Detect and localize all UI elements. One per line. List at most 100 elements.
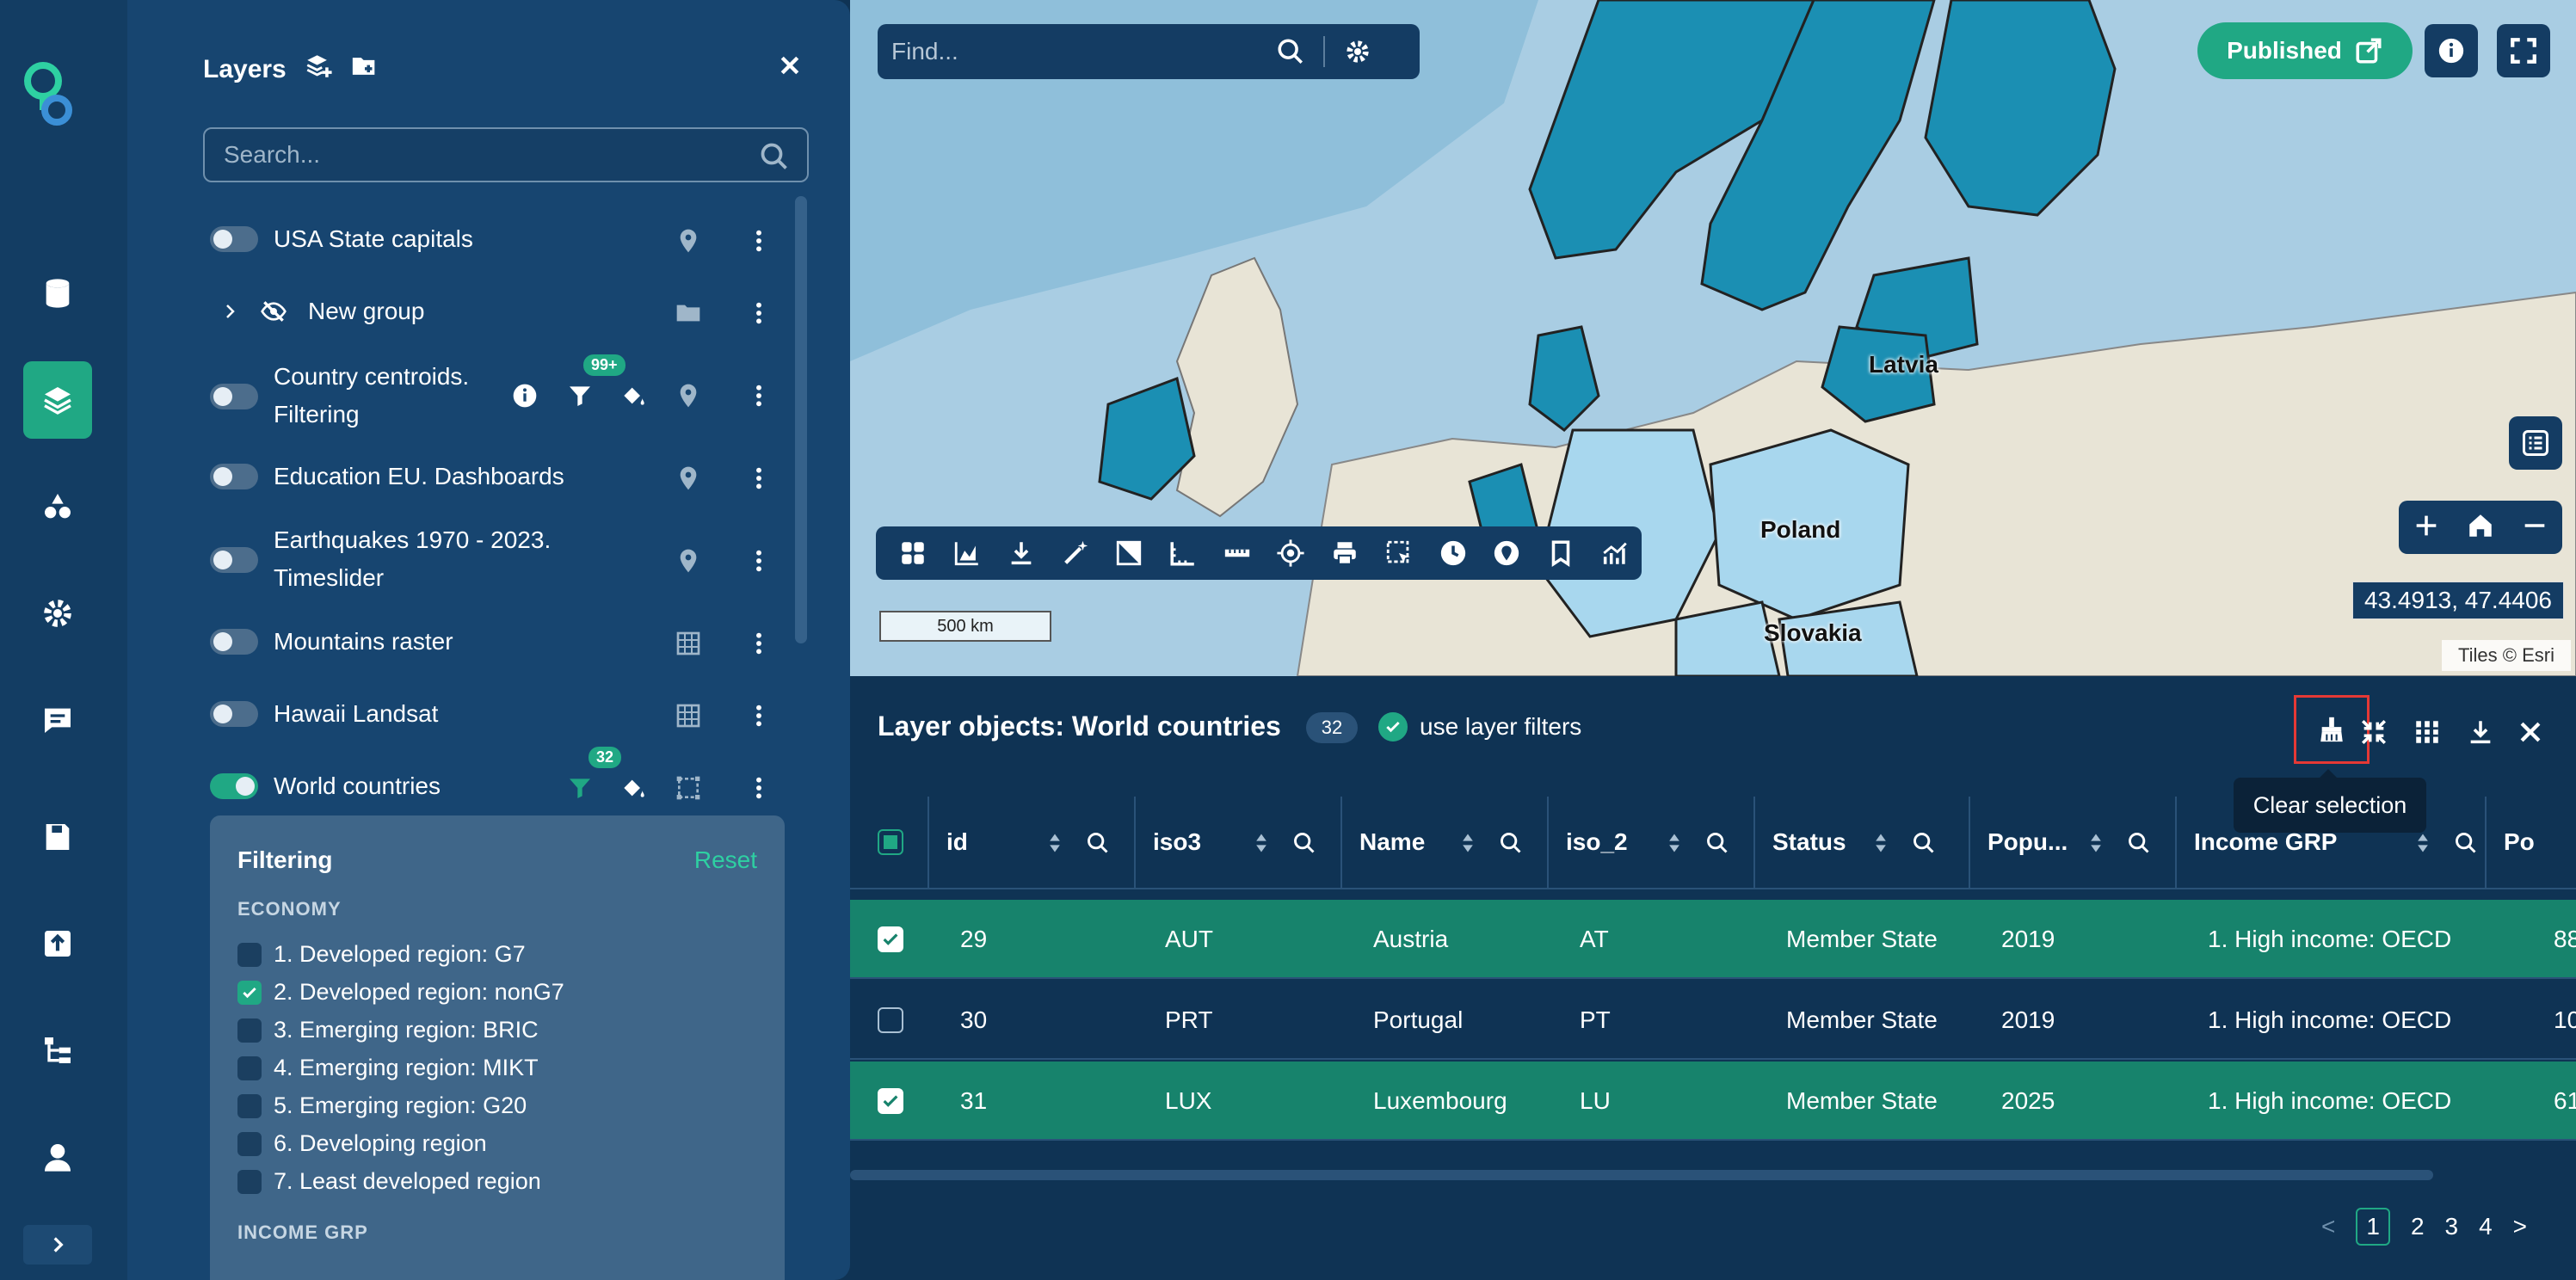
- layer-visibility-toggle[interactable]: [210, 701, 258, 727]
- more-options-icon[interactable]: [743, 700, 774, 731]
- search-icon[interactable]: [1273, 34, 1308, 69]
- expand-rail-button[interactable]: [23, 1225, 92, 1265]
- style-bucket-icon[interactable]: [618, 380, 649, 411]
- checkbox[interactable]: [237, 1131, 262, 1156]
- zoom-to-selection-button[interactable]: [2352, 711, 2395, 754]
- page-button[interactable]: 3: [2445, 1213, 2459, 1240]
- layer-row-world-countries[interactable]: World countries: [210, 767, 795, 805]
- add-layer-icon[interactable]: [304, 52, 333, 88]
- fullscreen-button[interactable]: [2497, 24, 2550, 77]
- columns-button[interactable]: [2406, 711, 2449, 754]
- select-all-cell[interactable]: [850, 797, 929, 888]
- close-layers-panel-button[interactable]: [773, 48, 807, 83]
- filter-option[interactable]: 6. Developing region: [237, 1130, 487, 1157]
- layer-visibility-toggle[interactable]: [210, 547, 258, 573]
- info-button[interactable]: [2425, 24, 2478, 77]
- checkbox[interactable]: [237, 980, 262, 1005]
- select-all-checkbox[interactable]: [878, 829, 903, 855]
- layer-row-education-eu[interactable]: Education EU. Dashboards: [210, 458, 795, 495]
- map-find-bar[interactable]: [878, 24, 1420, 79]
- checkbox[interactable]: [237, 1169, 262, 1194]
- filter-option[interactable]: 1. Developed region: G7: [237, 941, 526, 968]
- clock-icon[interactable]: [1426, 526, 1480, 580]
- zoom-out-icon[interactable]: [2520, 511, 2549, 545]
- column-header-status[interactable]: Status: [1755, 797, 1970, 888]
- filter-option[interactable]: 4. Emerging region: MIKT: [237, 1055, 539, 1081]
- user-icon[interactable]: [23, 1118, 92, 1196]
- page-button[interactable]: 4: [2479, 1213, 2493, 1240]
- prev-page-button[interactable]: <: [2321, 1213, 2335, 1240]
- column-header-iso2[interactable]: iso_2: [1549, 797, 1755, 888]
- row-checkbox[interactable]: [878, 926, 903, 952]
- layer-visibility-toggle[interactable]: [210, 384, 258, 409]
- search-icon[interactable]: [2452, 828, 2480, 858]
- more-options-icon[interactable]: [743, 463, 774, 494]
- search-icon[interactable]: [1704, 828, 1731, 858]
- map-find-input[interactable]: [878, 38, 1273, 65]
- search-icon[interactable]: [1497, 828, 1525, 858]
- database-icon[interactable]: [23, 255, 92, 332]
- gear-icon[interactable]: [23, 575, 92, 652]
- filter-icon[interactable]: [564, 772, 595, 803]
- legend-button[interactable]: [2509, 416, 2562, 470]
- map-compare-icon[interactable]: [1102, 526, 1156, 580]
- filter-icon[interactable]: [564, 380, 595, 411]
- dashboard-icon[interactable]: [886, 526, 940, 580]
- zoom-in-icon[interactable]: [2412, 511, 2441, 545]
- chart-area-icon[interactable]: [940, 526, 995, 580]
- style-bucket-icon[interactable]: [618, 772, 649, 803]
- checkbox[interactable]: [237, 1093, 262, 1118]
- search-icon[interactable]: [1291, 828, 1318, 858]
- layers-search-field[interactable]: [203, 127, 809, 182]
- layer-row-usa-state-capitals[interactable]: USA State capitals: [210, 220, 795, 258]
- sort-icon[interactable]: [2082, 828, 2110, 858]
- sort-icon[interactable]: [1041, 828, 1069, 858]
- layer-visibility-toggle[interactable]: [210, 629, 258, 655]
- search-icon[interactable]: [1910, 828, 1938, 858]
- layer-row-mountains-raster[interactable]: Mountains raster: [210, 623, 795, 661]
- filter-option[interactable]: 2. Developed region: nonG7: [237, 979, 564, 1006]
- table-row[interactable]: 29 AUT Austria AT Member State 2019 1. H…: [850, 900, 2576, 979]
- column-header-iso3[interactable]: iso3: [1136, 797, 1342, 888]
- layer-row-country-centroids[interactable]: Country centroids. Filtering: [210, 358, 795, 434]
- comment-icon[interactable]: [23, 681, 92, 759]
- ruler-icon[interactable]: [1210, 526, 1264, 580]
- checkbox[interactable]: [237, 1055, 262, 1080]
- layers-icon[interactable]: [23, 361, 92, 439]
- layer-visibility-toggle[interactable]: [210, 773, 258, 799]
- checkbox[interactable]: [237, 942, 262, 967]
- more-options-icon[interactable]: [743, 628, 774, 659]
- bookmark-icon[interactable]: [1534, 526, 1588, 580]
- filter-option[interactable]: 7. Least developed region: [237, 1168, 541, 1195]
- more-options-icon[interactable]: [743, 380, 774, 411]
- filter-reset-link[interactable]: Reset: [694, 846, 757, 874]
- column-header-income-grp[interactable]: Income GRP: [2177, 797, 2487, 888]
- locate-icon[interactable]: [1264, 526, 1318, 580]
- select-area-icon[interactable]: [1371, 526, 1426, 580]
- table-row[interactable]: 30 PRT Portugal PT Member State 2019 1. …: [850, 981, 2576, 1060]
- sort-icon[interactable]: [2409, 828, 2437, 858]
- info-icon[interactable]: [509, 380, 540, 411]
- layer-row-earthquakes[interactable]: Earthquakes 1970 - 2023. Timeslider: [210, 521, 795, 597]
- shapes-icon[interactable]: [23, 468, 92, 545]
- more-options-icon[interactable]: [743, 298, 774, 329]
- next-page-button[interactable]: >: [2513, 1213, 2527, 1240]
- search-icon[interactable]: [2125, 828, 2153, 858]
- gear-icon[interactable]: [1340, 34, 1375, 69]
- sort-icon[interactable]: [1248, 828, 1275, 858]
- layer-visibility-toggle[interactable]: [210, 226, 258, 252]
- checkbox[interactable]: [1378, 712, 1408, 742]
- page-button[interactable]: 2: [2411, 1213, 2425, 1240]
- analytics-icon[interactable]: [1587, 526, 1642, 580]
- column-header-name[interactable]: Name: [1342, 797, 1549, 888]
- layers-scrollbar[interactable]: [795, 196, 807, 643]
- hidden-eye-icon[interactable]: [260, 298, 287, 325]
- sort-icon[interactable]: [1454, 828, 1482, 858]
- filter-option[interactable]: 5. Emerging region: G20: [237, 1092, 527, 1119]
- download-table-button[interactable]: [2459, 711, 2502, 754]
- magic-wand-icon[interactable]: [1048, 526, 1102, 580]
- chevron-right-icon[interactable]: [217, 301, 243, 322]
- row-checkbox[interactable]: [878, 1088, 903, 1114]
- more-options-icon[interactable]: [743, 772, 774, 803]
- use-layer-filters-checkbox[interactable]: use layer filters: [1378, 712, 1581, 742]
